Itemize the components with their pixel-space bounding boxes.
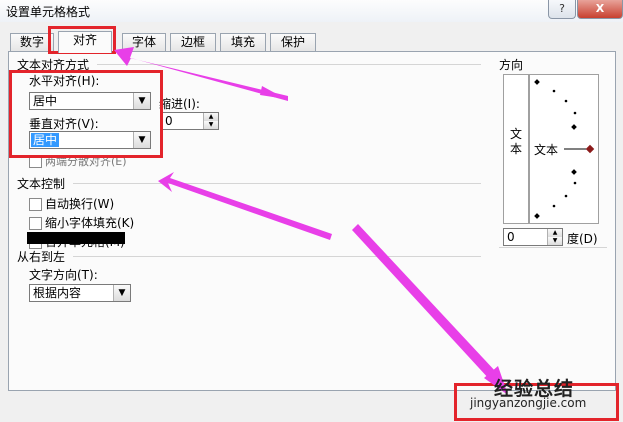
indent-label: 缩进(I): [159,97,200,111]
stepper-up-icon[interactable]: ▲ [548,229,562,237]
tab-font[interactable]: 字体 [122,33,166,52]
close-button[interactable]: X [577,0,623,19]
watermark-url: jingyanzongjie.com [470,396,587,410]
tab-border[interactable]: 边框 [170,33,216,52]
stepper-down-icon[interactable]: ▼ [204,121,218,129]
arc-text-label: 文本 [534,143,559,157]
redaction-bar [27,232,125,244]
window-title: 设置单元格格式 [6,5,91,19]
alignment-group-divider [97,64,481,65]
stepper-up-icon[interactable]: ▲ [204,113,218,121]
degree-stepper-buttons[interactable]: ▲ ▼ [547,229,562,245]
vertical-text-label: 文本 [509,127,522,156]
text-direction-label: 文字方向(T): [29,268,98,282]
indent-stepper[interactable]: 0 ▲ ▼ [161,112,219,130]
degree-value: 0 [507,230,515,244]
text-direction-value: 根据内容 [33,286,82,300]
text-control-divider [73,183,481,184]
tab-alignment[interactable]: 对齐 [58,31,112,53]
tab-protection[interactable]: 保护 [270,33,316,52]
text-control-group-title: 文本控制 [17,177,66,191]
degree-stepper[interactable]: 0 ▲ ▼ [503,228,563,246]
shrink-to-fit-label: 缩小字体填充(K) [45,216,135,230]
wrap-text-label: 自动换行(W) [45,197,115,211]
text-direction-select[interactable]: 根据内容 ▼ [29,284,131,302]
rtl-group-title: 从右到左 [17,250,66,264]
orientation-group-title: 方向 [499,58,524,72]
title-bar: 设置单元格格式 ? X [0,0,623,23]
annotation-box-alignment-fields [9,70,163,158]
orientation-divider [499,247,607,248]
wrap-text-checkbox[interactable] [29,198,42,211]
indent-value: 0 [165,114,173,128]
vertical-text-button[interactable]: 文本 [503,74,529,224]
shrink-to-fit-checkbox[interactable] [29,217,42,230]
rtl-divider [73,256,481,257]
orientation-dial[interactable]: 文本 [529,74,599,224]
stepper-buttons[interactable]: ▲ ▼ [203,113,218,129]
stepper-down-icon[interactable]: ▼ [548,237,562,245]
degree-label: 度(D) [567,232,598,246]
tab-fill[interactable]: 填充 [220,33,266,52]
help-button[interactable]: ? [548,0,576,19]
chevron-down-icon[interactable]: ▼ [113,285,130,301]
